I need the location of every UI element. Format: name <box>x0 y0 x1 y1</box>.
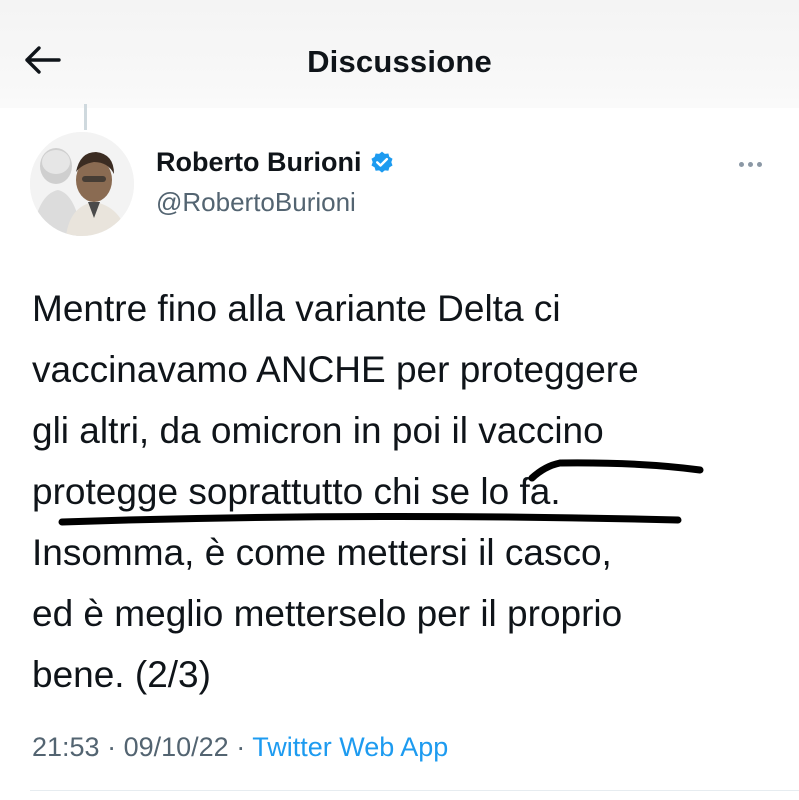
page-title: Discussione <box>307 44 492 79</box>
avatar[interactable] <box>30 132 134 236</box>
tweet-text-line: ed è meglio metterselo per il proprio <box>32 593 623 634</box>
divider <box>30 790 799 791</box>
top-bar: Discussione <box>0 0 799 108</box>
tweet-date: 09/10/22 <box>123 732 229 762</box>
more-options-icon <box>738 161 744 167</box>
tweet-text-line: vaccinavamo ANCHE per proteggere <box>32 349 639 390</box>
tweet-text: Mentre fino alla variante Delta ci vacci… <box>32 278 772 705</box>
author-photo <box>30 132 134 236</box>
thread-connector <box>84 104 87 130</box>
meta-separator: · <box>107 732 124 762</box>
author-name-text: Roberto Burioni <box>156 147 362 177</box>
tweet-text-line: Insomma, è come mettersi il casco, <box>32 532 612 573</box>
tweet-text-line: bene. (2/3) <box>32 654 211 695</box>
meta-separator: · <box>236 732 253 762</box>
verified-badge-icon <box>371 151 393 173</box>
tweet-text-line: protegge soprattutto chi se lo fa. <box>32 471 561 512</box>
more-options-button[interactable] <box>728 150 772 178</box>
author-display-name[interactable]: Roberto Burioni <box>156 147 395 178</box>
tweet-time: 21:53 <box>32 732 100 762</box>
tweet-text-line: gli altri, da omicron in poi il vaccino <box>32 410 604 451</box>
tweet-text-line: Mentre fino alla variante Delta ci <box>32 288 561 329</box>
tweet-source-link[interactable]: Twitter Web App <box>252 732 448 762</box>
tweet-meta: 21:53 · 09/10/22 · Twitter Web App <box>32 732 448 763</box>
author-handle[interactable]: @RobertoBurioni <box>156 187 356 218</box>
